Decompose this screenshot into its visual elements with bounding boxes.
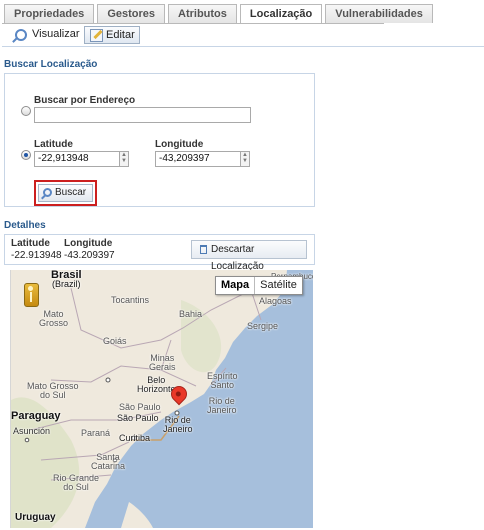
map-label-mato-grosso-2: Grosso <box>39 318 69 328</box>
street-view-pegman-icon[interactable] <box>24 283 39 307</box>
buscar-panel: Buscar por Endereço Latitude -22,913948 … <box>4 73 315 207</box>
detalhes-latitude-label: Latitude <box>11 238 50 249</box>
latitude-label: Latitude <box>34 139 73 150</box>
tab-vulnerabilidades[interactable]: Vulnerabilidades <box>325 4 433 23</box>
editar-label: Editar <box>106 29 135 41</box>
endereco-label: Buscar por Endereço <box>34 95 136 106</box>
map-label-uruguay: Uruguay <box>15 512 56 523</box>
map-label-minas-2: Gerais <box>149 362 176 372</box>
map-label-rs-2: do Sul <box>63 482 89 492</box>
trash-icon <box>200 245 207 254</box>
map-label-rio-de-janeiro-estado: Rio de Janeiro <box>207 397 237 415</box>
map-label-es-2: Santo <box>210 380 235 390</box>
tab-localizacao[interactable]: Localização <box>239 4 323 24</box>
map-label-rio-grande-do-sul: Rio Grande do Sul <box>53 474 99 492</box>
map-label-asuncion: Asunción <box>13 426 51 436</box>
map-label-santa-catarina: Santa Catarina <box>91 453 125 471</box>
map-label-alagoas: Alagoas <box>259 296 292 306</box>
map-label-mato-grosso-do-sul: Mato Grosso do Sul <box>27 382 79 400</box>
toolbar: Visualizar Editar <box>2 24 484 47</box>
map-label-paraguay: Paraguay <box>11 410 61 422</box>
map-label-espirito-santo: Espírito Santo <box>207 372 238 390</box>
map-type-mapa-button[interactable]: Mapa <box>216 277 256 294</box>
map-view[interactable]: Brasil(Brazil) Pernambuco Tocantins Alag… <box>10 270 313 528</box>
map-label-goias: Goiás <box>103 336 127 346</box>
map-label-rio-2: Janeiro <box>163 424 193 434</box>
editar-button[interactable]: Editar <box>84 26 140 44</box>
latitude-stepper[interactable]: ▲ ▼ <box>119 151 129 167</box>
map-label-mato-grosso: Mato Grosso <box>39 310 68 328</box>
map-label-sc-2: Catarina <box>91 461 126 471</box>
endereco-radio[interactable] <box>21 106 31 116</box>
edit-icon <box>90 29 103 42</box>
map-label-sergipe: Sergipe <box>247 321 279 331</box>
map-label-rio-de-janeiro-cidade: Rio de Janeiro <box>163 416 193 434</box>
map-label-rj-2: Janeiro <box>207 405 237 415</box>
latitude-input[interactable]: -22,913948 <box>34 151 120 167</box>
longitude-stepper[interactable]: ▲ ▼ <box>240 151 250 167</box>
tab-propriedades[interactable]: Propriedades <box>4 4 95 23</box>
map-label-sao-paulo-cidade: São Paulo <box>117 413 159 423</box>
map-label-brazil-text: (Brazil) <box>52 279 81 289</box>
descartar-localizacao-button[interactable]: Descartar Localização <box>191 240 307 272</box>
coordenadas-radio[interactable] <box>21 150 31 160</box>
endereco-input[interactable] <box>34 107 251 123</box>
buscar-button[interactable]: Buscar <box>38 184 93 202</box>
map-label-tocantins: Tocantins <box>111 295 150 305</box>
map-label-parana: Paraná <box>81 428 111 438</box>
descartar-label: Descartar Localização <box>211 244 264 272</box>
buscar-highlight: Buscar <box>34 180 97 206</box>
visualizar-button[interactable]: Visualizar <box>10 26 82 44</box>
detalhes-latitude-value: -22.913948 <box>11 250 62 261</box>
tab-atributos[interactable]: Atributos <box>168 4 237 23</box>
detalhes-panel: Latitude -22.913948 Longitude -43.209397… <box>4 234 315 272</box>
buscar-section-title: Buscar Localização <box>4 59 98 70</box>
map-label-ms-2: do Sul <box>40 390 66 400</box>
magnifier-icon <box>15 29 27 41</box>
tab-bar: Propriedades Gestores Atributos Localiza… <box>4 4 433 24</box>
longitude-label: Longitude <box>155 139 204 150</box>
map-label-minas-gerais: Minas Gerais <box>149 354 176 372</box>
detalhes-longitude-value: -43.209397 <box>64 250 115 261</box>
map-label-brasil: Brasil (Brazil) <box>51 270 82 289</box>
visualizar-label: Visualizar <box>32 28 80 40</box>
buscar-label: Buscar <box>55 187 87 198</box>
map-label-curitiba: Curitiba <box>119 433 151 443</box>
detalhes-longitude-label: Longitude <box>64 238 113 249</box>
map-type-control: Mapa Satélite <box>215 276 303 295</box>
detalhes-section-title: Detalhes <box>4 220 46 231</box>
tab-gestores[interactable]: Gestores <box>97 4 166 23</box>
map-label-belo-horizonte: Belo Horizonte <box>137 376 176 394</box>
map-type-satelite-button[interactable]: Satélite <box>255 277 302 294</box>
map-label-bahia: Bahia <box>179 309 203 319</box>
longitude-input[interactable]: -43,209397 <box>155 151 241 167</box>
map-label-sao-paulo-estado: São Paulo <box>119 402 161 412</box>
magnifier-icon <box>43 188 52 197</box>
